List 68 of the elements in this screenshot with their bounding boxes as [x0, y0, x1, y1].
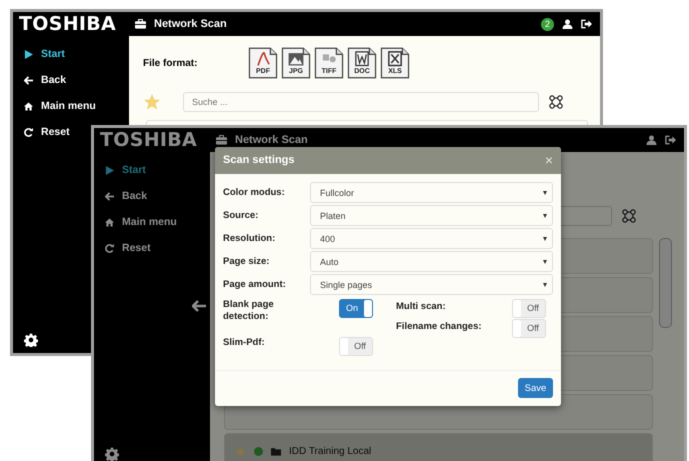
field-label: Color modus: [223, 187, 286, 198]
field-label: Page amount: [223, 279, 287, 290]
save-button[interactable]: Save [518, 378, 553, 398]
star-icon[interactable] [235, 446, 246, 456]
document-icon [314, 47, 344, 79]
toggle-label: Slim-Pdf: [223, 336, 266, 349]
play-icon [105, 166, 114, 174]
toggle-switch[interactable]: Off [339, 336, 373, 356]
user-icon[interactable] [646, 135, 657, 145]
document-icon [380, 47, 410, 79]
field-label: Page size: [223, 256, 270, 268]
play-icon [24, 50, 33, 58]
home-icon [105, 218, 114, 226]
logout-icon[interactable] [581, 19, 592, 29]
nav-item[interactable]: Start [105, 157, 146, 183]
folder-icon [271, 446, 281, 456]
file-format-label: File format: [143, 58, 198, 68]
toggle-label: Filename changes: [396, 320, 483, 333]
logo: TOSHIBA [99, 129, 198, 151]
nav-item[interactable]: Back [24, 67, 66, 93]
caret-icon [543, 282, 547, 287]
toggle-label: Blank page detection: [223, 298, 275, 323]
refresh-icon [105, 244, 114, 252]
search-field[interactable]: Suche ... [183, 92, 539, 112]
caret-icon [543, 260, 547, 264]
window-title: Network Scan [154, 18, 227, 30]
home-icon [24, 102, 33, 110]
dropdown[interactable]: Single pages [310, 274, 553, 296]
toggle-switch[interactable]: On [339, 298, 373, 318]
logout-icon[interactable] [665, 135, 676, 145]
logo: TOSHIBA [18, 13, 118, 35]
nav-item[interactable]: Reset [24, 119, 70, 145]
briefcase-icon [216, 135, 227, 145]
document-icon [248, 47, 278, 79]
dropdown[interactable]: Fullcolor [310, 182, 553, 204]
document-icon [281, 47, 311, 79]
star-icon[interactable] [143, 93, 161, 111]
nodes-icon[interactable] [622, 209, 636, 223]
caret-icon [543, 214, 547, 218]
user-icon[interactable] [562, 19, 573, 29]
caret-icon [543, 236, 547, 241]
dropdown[interactable]: Auto [310, 251, 553, 272]
list-row[interactable]: IDD Training Local [224, 433, 653, 461]
nav-item[interactable]: Start [24, 41, 65, 67]
refresh-icon [24, 128, 33, 136]
scrollbar[interactable] [659, 238, 672, 328]
briefcase-icon [135, 19, 146, 29]
nav-item[interactable]: Main menu [105, 209, 177, 235]
arrow-left-icon [105, 192, 114, 200]
nav-item[interactable]: Main menu [24, 93, 96, 119]
settings-icon[interactable] [105, 447, 119, 461]
dropdown[interactable]: 400 [310, 228, 553, 250]
dropdown[interactable]: Platen [310, 205, 553, 226]
dialog-title: Scan settings [223, 154, 295, 166]
nav-item[interactable]: Back [105, 183, 148, 209]
arrow-left-icon[interactable] [192, 300, 206, 312]
arrow-left-icon [24, 76, 33, 84]
status-dot-icon [254, 446, 263, 456]
field-label: Source: [223, 210, 260, 222]
settings-icon[interactable] [24, 333, 38, 347]
toggle-switch[interactable]: Off [512, 298, 546, 318]
nav-item[interactable]: Reset [105, 235, 151, 261]
toggle-switch[interactable]: Off [512, 318, 546, 338]
toggle-label: Multi scan: [396, 300, 447, 313]
nodes-icon[interactable] [549, 95, 563, 109]
field-label: Resolution: [223, 233, 276, 244]
caret-icon [543, 190, 547, 195]
window-title: Network Scan [235, 134, 308, 146]
